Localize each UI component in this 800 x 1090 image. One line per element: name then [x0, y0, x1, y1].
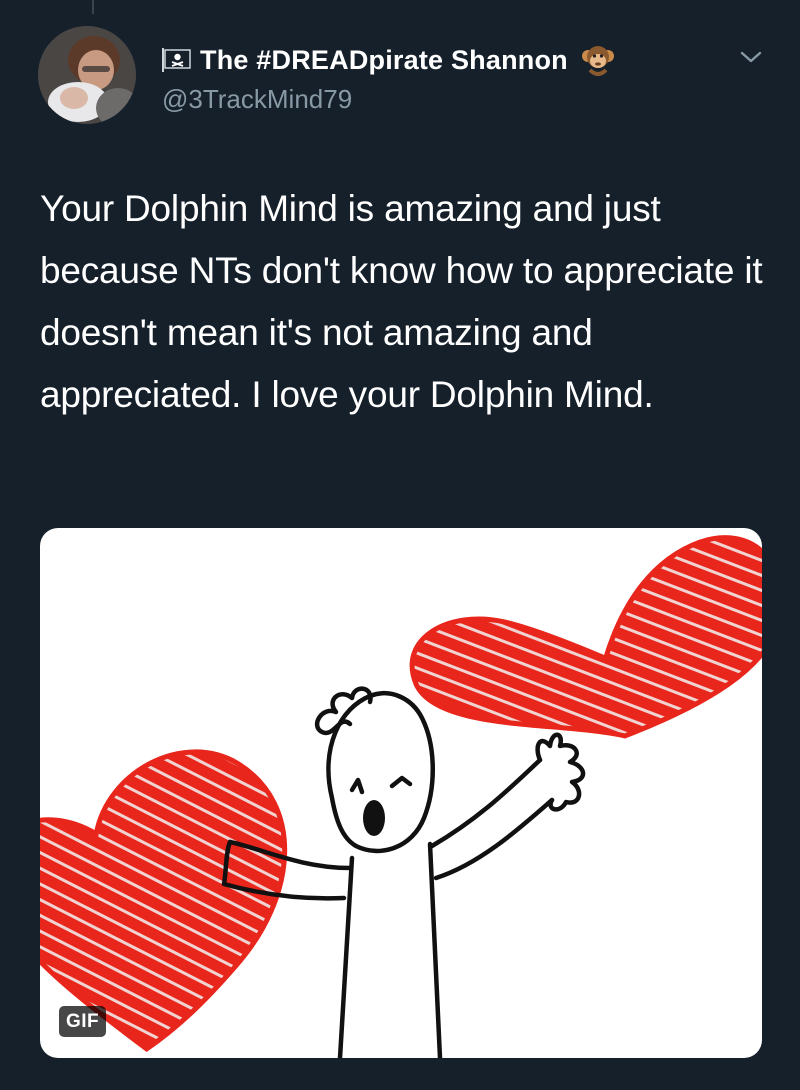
- heart-right: [409, 535, 762, 739]
- pirate-flag-icon: [160, 48, 192, 72]
- author-row[interactable]: The #DREADpirate Shannon: [160, 40, 616, 80]
- gif-media[interactable]: GIF: [40, 528, 762, 1058]
- gif-badge: GIF: [59, 1006, 107, 1037]
- author-handle[interactable]: @3TrackMind79: [162, 84, 352, 115]
- gif-illustration: [40, 535, 762, 1058]
- avatar-photo: [38, 26, 136, 124]
- thread-line: [92, 0, 94, 14]
- display-name[interactable]: The #DREADpirate Shannon: [200, 45, 568, 76]
- monkey-emoji-icon: [580, 42, 616, 78]
- tweet-text: Your Dolphin Mind is amazing and just be…: [40, 188, 763, 415]
- avatar[interactable]: [38, 26, 136, 124]
- chevron-down-icon[interactable]: [736, 46, 766, 68]
